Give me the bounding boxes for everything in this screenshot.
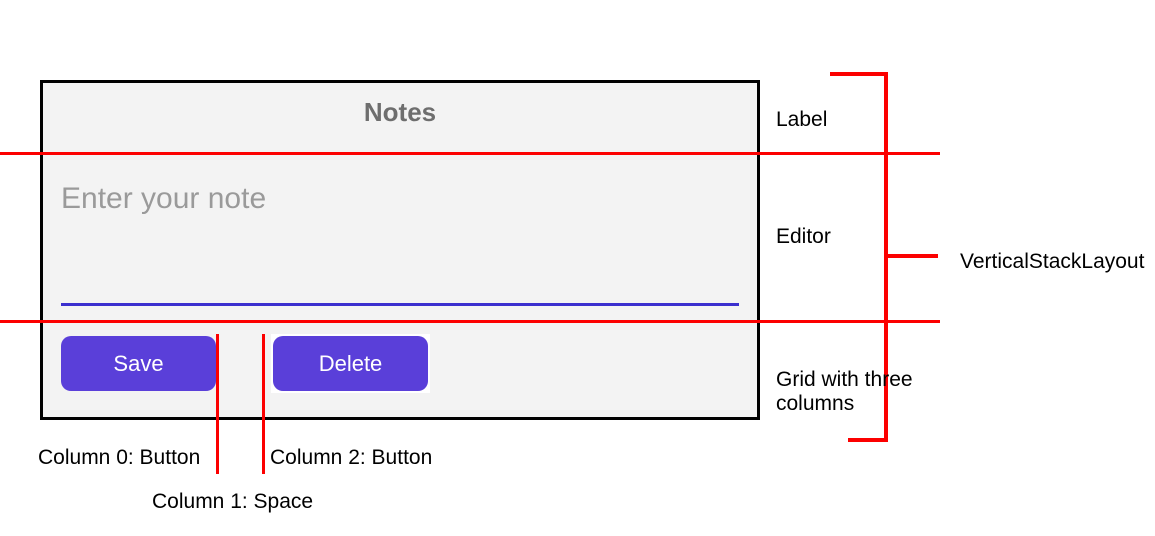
editor-underline xyxy=(61,303,739,306)
vertical-stack-layout: Notes Enter your note Save Delete xyxy=(40,80,760,420)
annotation-grid: Grid with three columns xyxy=(776,368,942,416)
annotation-col0: Column 0: Button xyxy=(38,446,200,470)
annotation-line-v2 xyxy=(262,334,265,474)
annotation-col1: Column 1: Space xyxy=(152,490,313,514)
save-button[interactable]: Save xyxy=(61,336,216,391)
bracket-tick xyxy=(884,254,938,258)
annotation-editor: Editor xyxy=(776,225,831,249)
title-bar: Notes xyxy=(43,83,757,142)
annotation-label: Label xyxy=(776,108,827,132)
annotation-line-h2 xyxy=(0,320,940,323)
delete-button[interactable]: Delete xyxy=(273,336,428,391)
annotation-vsl: VerticalStackLayout xyxy=(960,250,1144,274)
editor-placeholder: Enter your note xyxy=(61,182,266,215)
button-grid: Save Delete xyxy=(43,322,757,405)
bracket-bottom xyxy=(848,438,886,442)
annotation-line-v1 xyxy=(216,334,219,474)
editor-area[interactable]: Enter your note xyxy=(43,142,757,322)
bracket-top xyxy=(830,72,886,76)
annotation-line-h1 xyxy=(0,152,940,155)
annotation-col2: Column 2: Button xyxy=(270,446,432,470)
delete-button-wrapper: Delete xyxy=(271,334,430,393)
page-title: Notes xyxy=(364,97,436,127)
